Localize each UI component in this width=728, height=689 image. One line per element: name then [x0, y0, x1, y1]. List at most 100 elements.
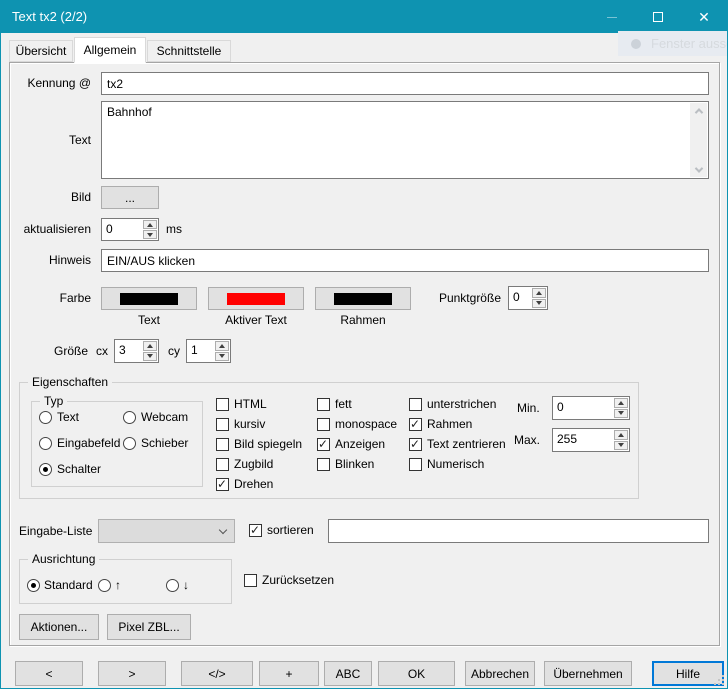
spin-down-button[interactable] [532, 299, 546, 309]
checkbox-rahmen[interactable] [409, 418, 422, 431]
checkbox-zuruecksetzen-label[interactable]: Zurücksetzen [262, 573, 334, 588]
max-value[interactable]: 255 [553, 429, 613, 451]
tab-uebersicht[interactable]: Übersicht [9, 40, 73, 62]
checkbox-fett-label[interactable]: fett [335, 397, 352, 412]
aktualisieren-value[interactable]: 0 [102, 219, 142, 240]
title-bar[interactable]: Text tx2 (2/2) ✕ [1, 1, 727, 33]
code-button[interactable]: </> [181, 661, 253, 686]
checkbox-fett[interactable] [317, 398, 330, 411]
next-button[interactable]: > [98, 661, 166, 686]
min-value[interactable]: 0 [553, 397, 613, 419]
radio-ausrichtung-standard-label[interactable]: Standard [44, 578, 93, 593]
textarea-scrollbar[interactable] [690, 103, 707, 177]
cy-spinner[interactable]: 1 [186, 339, 231, 363]
checkbox-blinken[interactable] [317, 458, 330, 471]
hinweis-input[interactable] [101, 249, 709, 272]
checkbox-drehen[interactable] [216, 478, 229, 491]
active-text-color-button[interactable] [208, 287, 304, 310]
scroll-up-button[interactable] [690, 103, 707, 118]
checkbox-blinken-label[interactable]: Blinken [335, 457, 374, 472]
checkbox-numerisch-label[interactable]: Numerisch [427, 457, 484, 472]
eingabe-liste-extra-input[interactable] [328, 519, 709, 543]
radio-ausrichtung-down[interactable] [166, 579, 179, 592]
checkbox-html-label[interactable]: HTML [234, 397, 267, 412]
minimize-button[interactable] [589, 1, 635, 33]
checkbox-numerisch[interactable] [409, 458, 422, 471]
checkbox-anzeigen[interactable] [317, 438, 330, 451]
spin-up-button[interactable] [532, 288, 546, 298]
spin-up-button[interactable] [143, 341, 157, 351]
checkbox-html[interactable] [216, 398, 229, 411]
radio-typ-text-label[interactable]: Text [57, 410, 79, 425]
checkbox-kursiv[interactable] [216, 418, 229, 431]
radio-ausrichtung-down-label[interactable]: ↓ [183, 578, 189, 593]
spin-up-button[interactable] [614, 430, 628, 440]
checkbox-bild-spiegeln[interactable] [216, 438, 229, 451]
cx-value[interactable]: 3 [115, 340, 142, 362]
spin-down-button[interactable] [143, 352, 157, 362]
ok-button[interactable]: OK [378, 661, 455, 686]
eingabe-liste-dropdown[interactable] [98, 519, 235, 543]
checkbox-anzeigen-label[interactable]: Anzeigen [335, 437, 385, 452]
spin-down-button[interactable] [614, 441, 628, 451]
max-spinner[interactable]: 255 [552, 428, 630, 452]
uebernehmen-button[interactable]: Übernehmen [544, 661, 632, 686]
close-button[interactable]: ✕ [681, 1, 727, 33]
radio-typ-eingabefeld-label[interactable]: Eingabefeld [57, 436, 120, 451]
spin-down-button[interactable] [215, 352, 229, 362]
text-textarea[interactable]: Bahnhof [101, 101, 709, 179]
checkbox-bild-spiegeln-label[interactable]: Bild spiegeln [234, 437, 302, 452]
radio-typ-eingabefeld[interactable] [39, 437, 52, 450]
checkbox-drehen-label[interactable]: Drehen [234, 477, 273, 492]
spin-down-button[interactable] [143, 230, 157, 239]
radio-typ-schieber[interactable] [123, 437, 136, 450]
checkbox-sortieren-label[interactable]: sortieren [267, 523, 314, 538]
checkbox-unterstrichen[interactable] [409, 398, 422, 411]
checkbox-sortieren[interactable] [249, 524, 262, 537]
min-spinner[interactable]: 0 [552, 396, 630, 420]
text-color-button[interactable] [101, 287, 197, 310]
radio-ausrichtung-up[interactable] [98, 579, 111, 592]
kennung-input[interactable] [101, 72, 709, 95]
tab-schnittstelle[interactable]: Schnittstelle [147, 40, 231, 62]
maximize-button[interactable] [635, 1, 681, 33]
checkbox-monospace[interactable] [317, 418, 330, 431]
checkbox-text-zentrieren-label[interactable]: Text zentrieren [427, 437, 506, 452]
rahmen-color-button[interactable] [315, 287, 411, 310]
aktualisieren-spinner[interactable]: 0 [101, 218, 159, 241]
resize-grip[interactable] [714, 675, 724, 685]
cy-value[interactable]: 1 [187, 340, 214, 362]
radio-typ-schalter[interactable] [39, 463, 52, 476]
add-button[interactable]: + [259, 661, 319, 686]
spin-down-button[interactable] [614, 409, 628, 419]
scroll-down-button[interactable] [690, 162, 707, 177]
checkbox-monospace-label[interactable]: monospace [335, 417, 397, 432]
punktgroesse-spinner[interactable]: 0 [508, 286, 548, 310]
punktgroesse-value[interactable]: 0 [509, 287, 531, 309]
checkbox-zugbild-label[interactable]: Zugbild [234, 457, 273, 472]
pixel-zbl-button[interactable]: Pixel ZBL... [107, 614, 191, 640]
radio-ausrichtung-standard[interactable] [27, 579, 40, 592]
spin-up-button[interactable] [143, 220, 157, 229]
radio-typ-schieber-label[interactable]: Schieber [141, 436, 188, 451]
checkbox-rahmen-label[interactable]: Rahmen [427, 417, 472, 432]
checkbox-zugbild[interactable] [216, 458, 229, 471]
aktionen-button[interactable]: Aktionen... [19, 614, 99, 640]
radio-typ-schalter-label[interactable]: Schalter [57, 462, 101, 477]
checkbox-kursiv-label[interactable]: kursiv [234, 417, 265, 432]
radio-typ-text[interactable] [39, 411, 52, 424]
checkbox-text-zentrieren[interactable] [409, 438, 422, 451]
checkbox-unterstrichen-label[interactable]: unterstrichen [427, 397, 496, 412]
spin-up-button[interactable] [215, 341, 229, 351]
spin-up-button[interactable] [614, 398, 628, 408]
radio-typ-webcam-label[interactable]: Webcam [141, 410, 188, 425]
radio-ausrichtung-up-label[interactable]: ↑ [115, 578, 121, 593]
checkbox-zuruecksetzen[interactable] [244, 574, 257, 587]
abbrechen-button[interactable]: Abbrechen [465, 661, 535, 686]
radio-typ-webcam[interactable] [123, 411, 136, 424]
abc-button[interactable]: ABC [324, 661, 372, 686]
prev-button[interactable]: < [15, 661, 83, 686]
cx-spinner[interactable]: 3 [114, 339, 159, 363]
tab-allgemein[interactable]: Allgemein [74, 37, 146, 63]
bild-browse-button[interactable]: ... [101, 186, 159, 209]
